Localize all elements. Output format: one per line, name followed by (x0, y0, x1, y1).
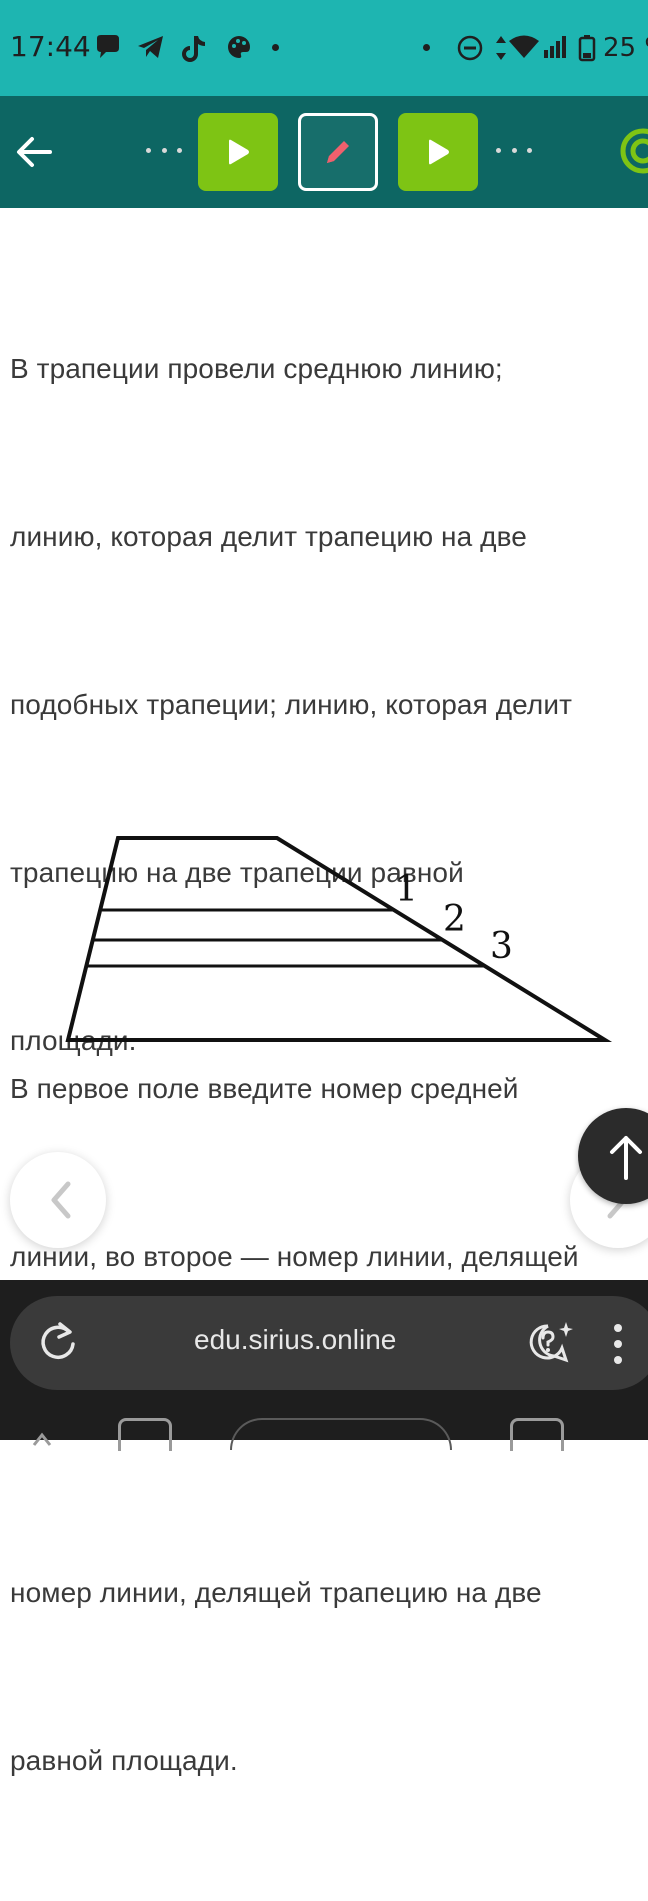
step-button-3[interactable] (398, 113, 478, 191)
line-label-2: 2 (443, 899, 466, 940)
do-not-disturb-icon (457, 35, 483, 61)
next-steps-ellipsis[interactable] (496, 140, 532, 160)
play-icon (429, 139, 449, 165)
assistant-help-icon[interactable] (526, 1320, 574, 1366)
scroll-to-top-button[interactable] (578, 1108, 648, 1204)
overflow-menu-icon[interactable] (606, 1322, 630, 1366)
instruction-line: равной площади. (10, 1745, 238, 1776)
status-bar: 17:44 25 % (0, 0, 648, 96)
bottom-nav-home-pill[interactable] (230, 1418, 452, 1450)
battery-percent: 25 % (603, 33, 648, 63)
reload-icon[interactable] (36, 1320, 80, 1364)
play-icon (229, 139, 249, 165)
step-button-1[interactable] (198, 113, 278, 191)
telegram-icon (138, 36, 163, 58)
status-time: 17:44 (10, 30, 91, 63)
previous-steps-ellipsis[interactable] (146, 140, 182, 160)
instruction-line: В первое поле введите номер средней (10, 1073, 519, 1104)
step-button-current[interactable] (298, 113, 378, 191)
intro-line: В трапеции провели среднюю линию; (10, 353, 503, 384)
status-dot (423, 44, 430, 51)
bottom-nav-icon-1[interactable] (30, 1418, 54, 1448)
signal-icon (544, 36, 566, 58)
bottom-nav-tabs-icon[interactable] (118, 1418, 172, 1451)
url-text[interactable]: edu.sirius.online (194, 1324, 396, 1356)
battery-icon (578, 35, 596, 62)
intro-line: подобных трапеции; линию, которая делит (10, 689, 573, 720)
palette-icon (228, 36, 250, 58)
bottom-nav-icon-4[interactable] (510, 1418, 564, 1451)
wifi-icon (509, 35, 539, 58)
line-label-1: 1 (395, 869, 418, 910)
data-arrows-icon (496, 36, 506, 60)
instruction-line: номер линии, делящей трапецию на две (10, 1577, 542, 1608)
sirius-logo-icon[interactable] (620, 128, 648, 174)
pencil-icon (327, 141, 349, 163)
tiktok-icon (182, 36, 205, 62)
more-notifications-dot (272, 44, 279, 51)
arrow-up-icon (610, 1136, 642, 1180)
chat-bubble-icon (97, 35, 119, 58)
back-arrow-icon[interactable] (14, 134, 54, 170)
chevron-left-icon (51, 1181, 71, 1219)
task-content: В трапеции провели среднюю линию; линию,… (0, 208, 648, 1776)
previous-task-button[interactable] (10, 1152, 106, 1248)
intro-line: линию, которая делит трапецию на две (10, 521, 527, 552)
